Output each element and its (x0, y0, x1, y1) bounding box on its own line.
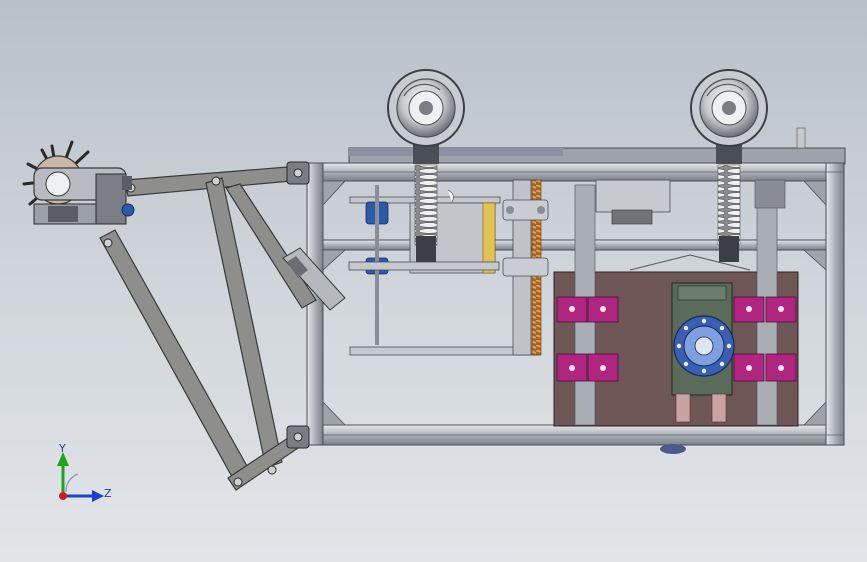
top-motor-housing[interactable] (595, 179, 786, 271)
cad-viewport[interactable]: Y Z (0, 0, 867, 562)
lead-screw-assembly[interactable] (502, 179, 549, 356)
y-axis-label: Y (58, 442, 66, 455)
coordinate-triad: Y Z (57, 442, 112, 502)
x-axis-dot (59, 492, 67, 500)
z-axis-label: Z (104, 487, 112, 500)
front-drive-wheel[interactable] (22, 140, 135, 225)
